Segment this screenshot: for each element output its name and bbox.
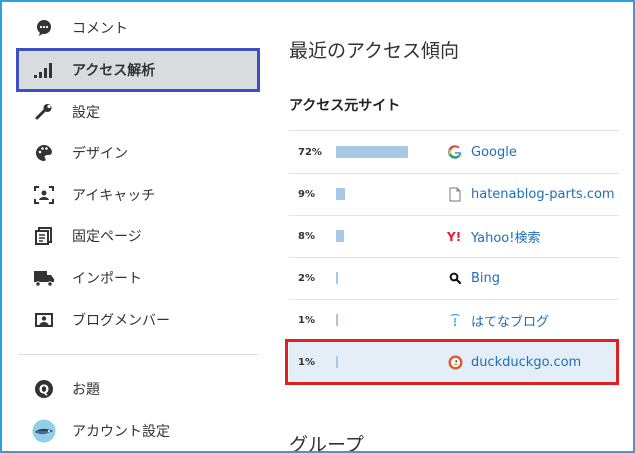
percent-label: 72% [298,146,322,158]
share-bar [336,188,345,200]
sidebar-item-label: アカウント設定 [72,424,170,440]
comment-icon [32,16,56,40]
referrer-link[interactable]: Google [471,145,517,160]
sidebar-item-blog-members[interactable]: ブログメンバー [18,300,258,340]
table-row: 72% Google [289,131,619,174]
search-icon [447,270,463,286]
bar-track [336,314,444,326]
sidebar-item-import[interactable]: インポート [18,258,258,298]
svg-text:Y!: Y! [447,230,461,242]
sidebar-item-eyecatch[interactable]: アイキャッチ [18,175,258,215]
sidebar-item-fixed-pages[interactable]: 固定ページ [18,216,258,256]
section-title-group: グループ [289,434,364,453]
referrer-link[interactable]: Yahoo!検索 [471,227,540,246]
pages-icon [32,224,56,248]
sidebar-item-account-settings[interactable]: アカウント設定 [18,411,258,451]
main-content: 最近のアクセス傾向 アクセス元サイト 72% Google 9% hatenab… [285,2,619,453]
share-bar [336,272,338,284]
share-bar [336,230,344,242]
sidebar-item-label: アクセス解析 [72,63,156,79]
table-row: 1% はてなブログ [289,299,619,342]
member-card-icon [32,308,56,332]
sidebar-item-settings[interactable]: 設定 [18,92,258,132]
sidebar-item-odai[interactable]: Q お題 [18,369,258,409]
palette-icon [32,141,56,165]
bar-track [336,272,444,284]
odai-icon: Q [32,377,56,401]
sidebar-item-label: ブログメンバー [72,313,170,329]
percent-label: 2% [298,272,315,284]
share-bar [336,314,338,326]
table-row: 9% hatenablog-parts.com [289,173,619,216]
sidebar-item-access-analysis[interactable]: アクセス解析 [16,48,260,92]
avatar-icon [32,419,56,443]
svg-text:Q: Q [39,383,49,397]
sidebar-item-label: アイキャッチ [72,188,156,204]
referrer-link[interactable]: はてなブログ [471,311,549,330]
table-row: 2% Bing [289,257,619,300]
wrench-icon [32,100,56,124]
share-bar [336,146,408,158]
sidebar-item-label: デザイン [72,146,128,162]
table-row: 8% Y! Yahoo!検索 [289,215,619,258]
page-title: 最近のアクセス傾向 [289,40,460,62]
section-title-referrers: アクセス元サイト [289,98,401,114]
sidebar-item-label: 設定 [72,105,100,121]
sidebar-item-label: お題 [72,382,100,398]
sidebar-item-label: インポート [72,271,142,287]
sidebar-item-design[interactable]: デザイン [18,133,258,173]
sidebar-item-label: コメント [72,21,128,37]
document-icon [447,186,463,202]
truck-icon [32,266,56,290]
app-frame: コメント アクセス解析 設定 デザイン アイキャッチ 固定ページ インポート ブ… [0,0,635,453]
referrer-link[interactable]: Bing [471,271,500,286]
bar-track [336,188,444,200]
sidebar-item-comments[interactable]: コメント [18,8,258,48]
sidebar-divider [18,354,258,355]
eyecatch-icon [32,183,56,207]
google-icon [447,144,463,160]
highlight-annotation-box [285,339,619,385]
yahoo-icon: Y! [447,228,463,244]
hatena-blog-icon [447,312,463,328]
sidebar: コメント アクセス解析 設定 デザイン アイキャッチ 固定ページ インポート ブ… [2,2,272,451]
signal-bars-icon [32,58,56,82]
sidebar-item-label: 固定ページ [72,229,142,245]
percent-label: 1% [298,314,315,326]
percent-label: 9% [298,188,315,200]
percent-label: 8% [298,230,315,242]
bar-track [336,230,444,242]
referrer-link[interactable]: hatenablog-parts.com [471,187,615,202]
bar-track [336,146,444,158]
